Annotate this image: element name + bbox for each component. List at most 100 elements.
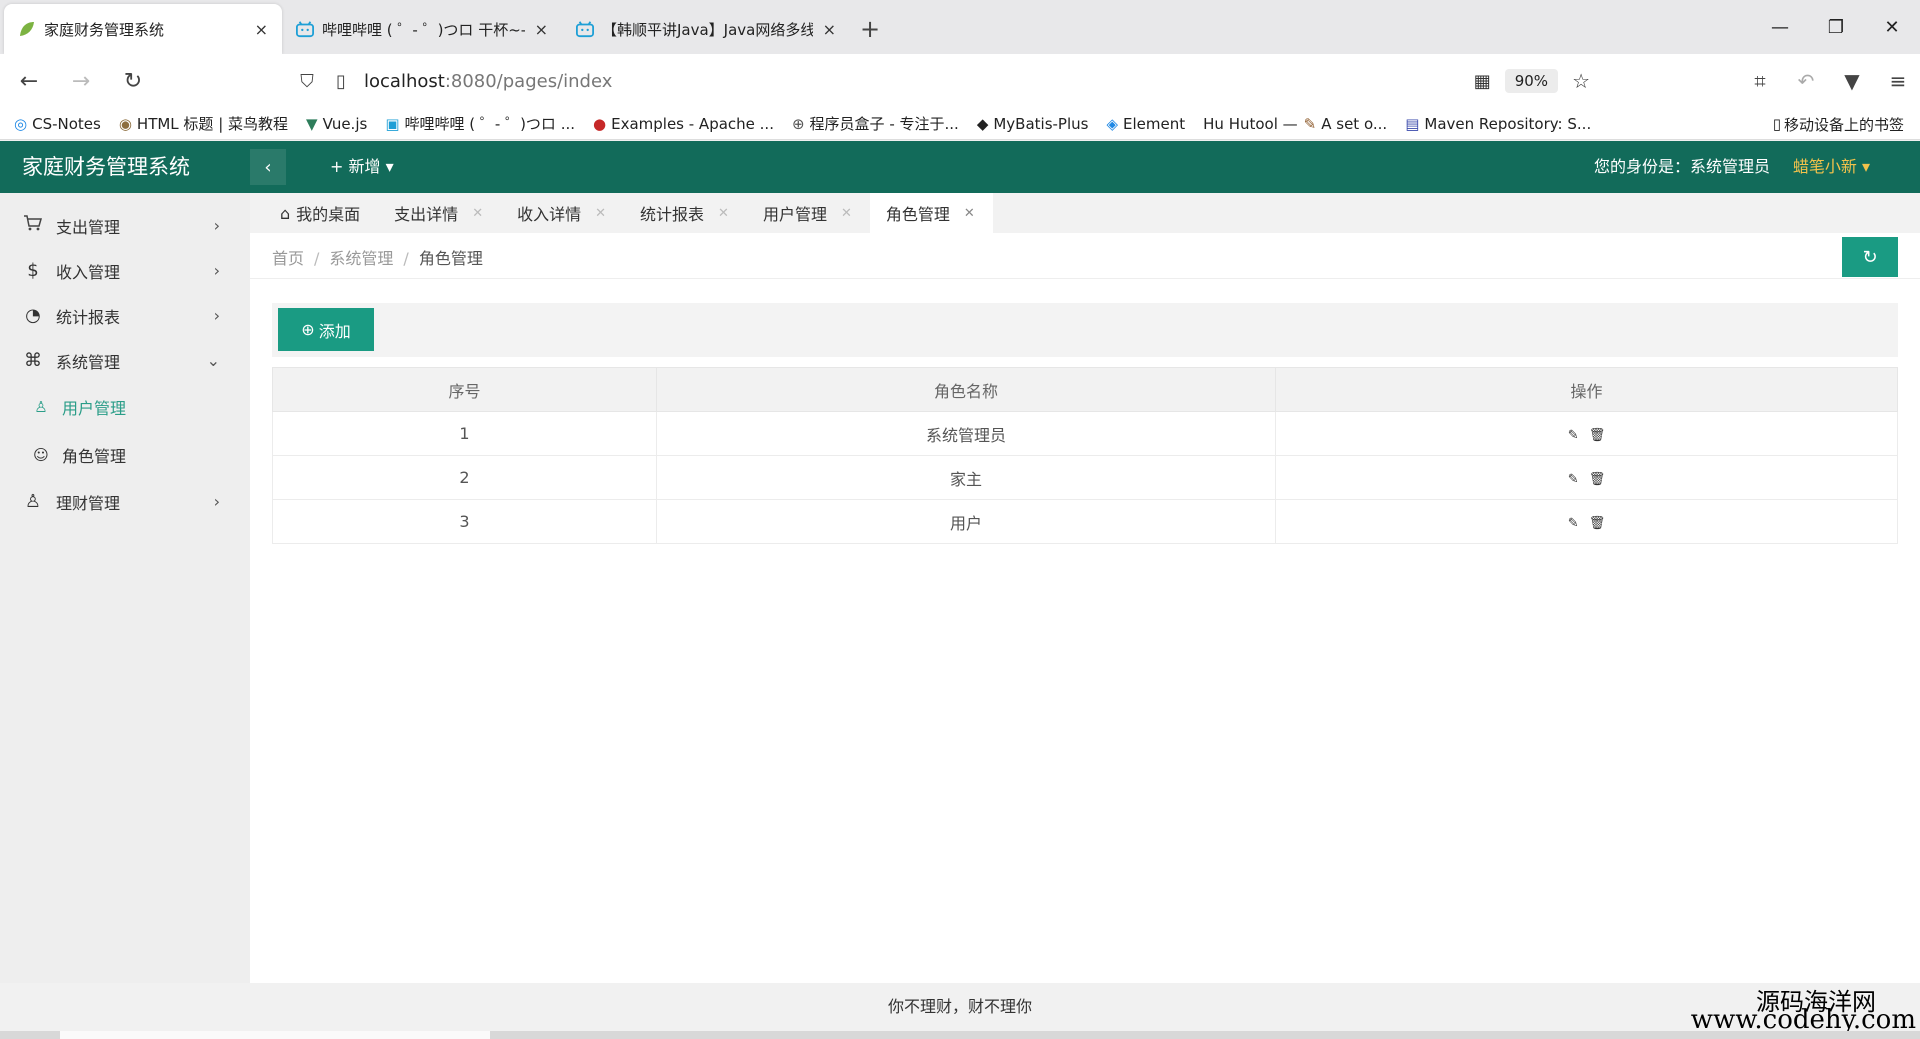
scrollbar-thumb[interactable] xyxy=(60,1031,490,1039)
edit-icon[interactable]: ✎ xyxy=(1568,516,1579,531)
add-role-button[interactable]: ⊕ 添加 xyxy=(278,308,374,351)
bookmark-label: CS-Notes xyxy=(32,114,101,133)
bookmark-item[interactable]: ◎ CS-Notes xyxy=(14,115,101,133)
tab-users[interactable]: 用户管理 ✕ xyxy=(747,193,870,233)
divider xyxy=(250,278,1920,279)
cell-role-name: 用户 xyxy=(656,499,1276,544)
globe-icon: ⊕ xyxy=(791,114,805,133)
shield-icon: ⛉ xyxy=(300,70,314,92)
qr-code-icon[interactable]: ▦ xyxy=(1474,71,1491,92)
bookmark-item[interactable]: ◆ MyBatis-Plus xyxy=(977,115,1089,133)
sidebar-subitem-roles[interactable]: ☺ 角色管理 xyxy=(0,431,250,479)
tab-income-detail[interactable]: 收入详情 ✕ xyxy=(501,193,624,233)
tab-label: 统计报表 xyxy=(640,205,705,224)
mybatis-icon: ◆ xyxy=(976,114,989,133)
address-bar[interactable]: ⛉ ▯ localhost:8080/pages/index ▦ 90% ☆ xyxy=(290,61,1590,101)
bookmark-item[interactable]: ▼ Vue.js xyxy=(306,115,367,133)
tab-label: 角色管理 xyxy=(885,205,950,224)
edit-icon[interactable]: ✎ xyxy=(1568,428,1579,443)
forward-icon[interactable]: → xyxy=(58,58,104,104)
url-text[interactable]: localhost:8080/pages/index xyxy=(364,71,612,92)
sidebar-item-expense[interactable]: 支出管理 › xyxy=(0,203,250,248)
bottom-scrollbar[interactable] xyxy=(0,1031,1920,1039)
bookmark-item[interactable]: ▤ Maven Repository: S... xyxy=(1405,115,1591,133)
zoom-level[interactable]: 90% xyxy=(1504,69,1559,93)
bookmark-item[interactable]: ✎ A set o... xyxy=(1304,115,1388,133)
leaf-icon xyxy=(18,20,36,38)
menu-icon[interactable]: ≡ xyxy=(1886,69,1910,93)
bookmark-item[interactable]: ▣ 哔哩哔哩 ( ゜- ゜)つロ ... xyxy=(385,113,575,134)
close-icon[interactable]: ✕ xyxy=(472,206,483,221)
refresh-button[interactable]: ↻ xyxy=(1842,237,1898,277)
cell-actions: ✎ 🗑 xyxy=(1275,411,1898,456)
delete-icon[interactable]: 🗑 xyxy=(1589,472,1606,487)
breadcrumb-current: 角色管理 xyxy=(418,249,483,268)
apache-icon: ● xyxy=(593,114,607,133)
bookmark-label: Maven Repository: S... xyxy=(1424,114,1592,133)
bookmark-star-icon[interactable]: ☆ xyxy=(1572,69,1590,93)
close-window-icon[interactable]: ✕ xyxy=(1864,0,1920,54)
close-tab-icon[interactable]: × xyxy=(535,20,548,39)
sidebar-item-finance[interactable]: ♙ 理财管理 › xyxy=(0,479,250,524)
browser-tab[interactable]: 【韩顺平讲Java】Java网络多线 × xyxy=(562,4,850,54)
close-tab-icon[interactable]: × xyxy=(255,20,268,39)
bookmark-item[interactable]: ● Examples - Apache ... xyxy=(593,115,774,133)
table-header-row: 序号 角色名称 操作 xyxy=(272,367,1898,412)
reload-icon[interactable]: ↻ xyxy=(110,58,156,104)
bookmark-label: Examples - Apache ... xyxy=(611,114,774,133)
bilibili-icon: ▣ xyxy=(385,114,400,133)
sidebar-item-reports[interactable]: ◔ 统计报表 › xyxy=(0,293,250,338)
add-new-menu[interactable]: + 新增 ▾ xyxy=(330,141,394,193)
tab-expense-detail[interactable]: 支出详情 ✕ xyxy=(378,193,501,233)
new-tab-button[interactable]: + xyxy=(850,4,890,54)
tab-reports[interactable]: 统计报表 ✕ xyxy=(624,193,747,233)
close-icon[interactable]: ✕ xyxy=(595,206,606,221)
close-icon[interactable]: ✕ xyxy=(964,206,975,221)
browser-tab[interactable]: 哔哩哔哩 ( ゜- ゜)つロ 干杯~-bi × xyxy=(282,4,562,54)
column-header: 角色名称 xyxy=(656,367,1276,412)
mobile-bookmarks[interactable]: ▯ 移动设备上的书签 xyxy=(1773,108,1904,140)
maven-icon: ▤ xyxy=(1405,114,1420,133)
extension-icon[interactable]: ▼ xyxy=(1840,69,1864,93)
tab-desktop[interactable]: ⌂ 我的桌面 xyxy=(264,193,378,233)
cell-actions: ✎ 🗑 xyxy=(1275,499,1898,544)
back-icon[interactable]: ← xyxy=(6,58,52,104)
page-icon: ▯ xyxy=(336,70,346,92)
chevron-right-icon: › xyxy=(213,306,220,325)
table-row: 1 系统管理员 ✎ 🗑 xyxy=(272,411,1898,456)
sidebar-subitem-label: 用户管理 xyxy=(62,399,127,418)
bookmark-item[interactable]: ⊕ 程序员盒子 - 专注于... xyxy=(792,113,959,134)
close-icon[interactable]: ✕ xyxy=(841,206,852,221)
breadcrumb-section[interactable]: 系统管理 xyxy=(329,249,393,268)
breadcrumb-home[interactable]: 首页 xyxy=(272,249,304,268)
edit-icon[interactable]: ✎ xyxy=(1568,472,1579,487)
user-menu[interactable]: 蜡笔小新 ▾ xyxy=(1793,141,1870,193)
url-path: :8080/pages/index xyxy=(444,70,613,92)
restore-icon[interactable]: ❐ xyxy=(1808,0,1864,54)
browser-tab-strip: 家庭财务管理系统 × 哔哩哔哩 ( ゜- ゜)つロ 干杯~-bi × 【韩顺平讲… xyxy=(0,0,1920,54)
sidebar-item-system[interactable]: ⌘ 系统管理 ⌄ xyxy=(0,338,250,383)
delete-icon[interactable]: 🗑 xyxy=(1589,428,1606,443)
phone-icon: ▯ xyxy=(1772,115,1781,133)
bookmark-item[interactable]: ◈ Element xyxy=(1106,115,1185,133)
tab-label: 用户管理 xyxy=(762,205,827,224)
minimize-icon[interactable]: — xyxy=(1752,0,1808,54)
breadcrumb-separator: / xyxy=(314,249,320,268)
undo-icon[interactable]: ↶ xyxy=(1794,69,1818,93)
delete-icon[interactable]: 🗑 xyxy=(1589,516,1606,531)
chevron-right-icon: › xyxy=(213,216,220,235)
close-tab-icon[interactable]: × xyxy=(823,20,836,39)
tab-roles[interactable]: 角色管理 ✕ xyxy=(869,193,993,233)
crop-icon[interactable]: ⌗ xyxy=(1748,69,1772,93)
cell-actions: ✎ 🗑 xyxy=(1275,455,1898,500)
plus-circle-icon: ⊕ xyxy=(301,320,315,339)
browser-tab-active[interactable]: 家庭财务管理系统 × xyxy=(4,4,282,54)
sidebar-collapse-button[interactable]: ‹ xyxy=(250,149,286,185)
sidebar-subitem-users[interactable]: ♙ 用户管理 xyxy=(0,383,250,431)
cart-icon xyxy=(22,214,44,237)
sidebar-item-income[interactable]: $ 收入管理 › xyxy=(0,248,250,293)
bookmark-label: MyBatis-Plus xyxy=(993,114,1089,133)
bookmark-item[interactable]: ◉ HTML 标题 | 菜鸟教程 xyxy=(119,113,288,134)
close-icon[interactable]: ✕ xyxy=(718,206,729,221)
bookmark-item[interactable]: Hu Hutool — xyxy=(1203,115,1298,133)
